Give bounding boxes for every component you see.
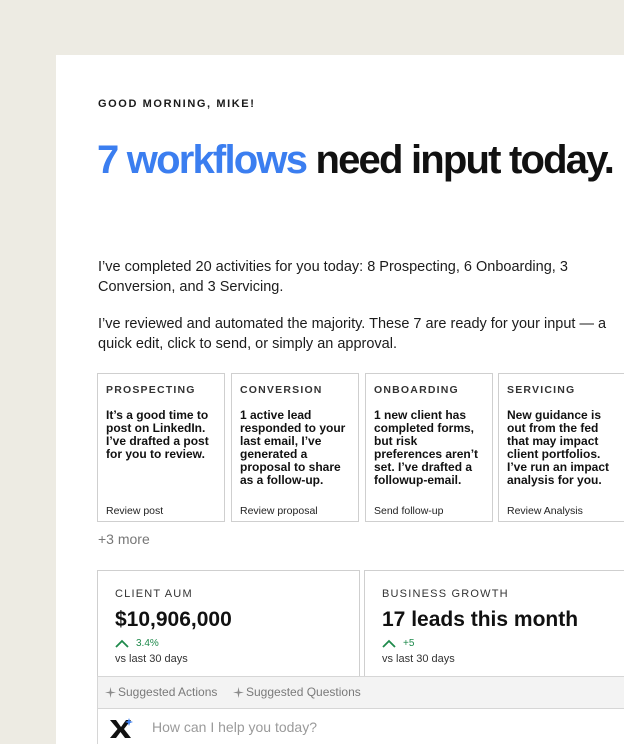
card-category: PROSPECTING [106,384,196,396]
activity-summary: I’ve completed 20 activities for you tod… [98,259,568,295]
main-panel: GOOD MORNING, MIKE! 7 workflows need inp… [56,55,624,744]
metric-value: 17 leads this month [382,608,579,631]
arrow-up-icon [382,639,396,648]
metric-period: vs last 30 days [382,653,455,665]
business-growth-card: BUSINESS GROWTH 17 leads this month +5 v… [364,570,624,682]
workflow-card-conversion[interactable]: CONVERSION 1 active lead responded to yo… [231,373,359,522]
metric-change-value: 3.4% [136,638,159,649]
review-proposal-link[interactable]: Review proposal [240,505,318,517]
metric-change-value: +5 [403,638,415,649]
card-category: ONBOARDING [374,384,459,396]
headline-rest: need input today. [306,138,614,182]
client-aum-card: CLIENT AUM $10,906,000 3.4% vs last 30 d… [97,570,360,682]
workflow-card-prospecting[interactable]: PROSPECTING It’s a good time to post on … [97,373,225,522]
chat-input[interactable] [152,715,552,739]
workflow-card-onboarding[interactable]: ONBOARDING 1 new client has completed fo… [365,373,493,522]
card-description: New guidance is out from the fed that ma… [507,408,610,487]
chat-input-bar [97,709,624,744]
metric-period: vs last 30 days [115,653,188,665]
suggestions-bar: Suggested Actions Suggested Questions [97,676,624,709]
metric-label: CLIENT AUM [115,588,193,600]
send-follow-up-link[interactable]: Send follow-up [374,505,443,517]
review-note: I’ve reviewed and automated the majority… [98,316,607,352]
sparkle-icon [105,686,116,698]
greeting: GOOD MORNING, MIKE! [98,98,256,110]
card-description: It’s a good time to post on LinkedIn. I’… [106,408,209,461]
page-title: 7 workflows need input today. [97,135,617,186]
card-category: SERVICING [507,384,576,396]
card-category: CONVERSION [240,384,323,396]
review-analysis-link[interactable]: Review Analysis [507,505,583,517]
metric-value: $10,906,000 [115,608,232,631]
workflow-count-highlight: 7 workflows [97,138,308,182]
card-description: 1 active lead responded to your last ema… [240,408,346,487]
workflow-card-servicing[interactable]: SERVICING New guidance is out from the f… [498,373,624,522]
show-more-link[interactable]: +3 more [98,531,150,547]
suggested-questions-chip[interactable]: Suggested Questions [233,685,361,699]
sparkle-icon [233,686,244,698]
suggested-actions-label: Suggested Actions [118,685,218,699]
suggested-actions-chip[interactable]: Suggested Actions [105,685,217,699]
card-description: 1 new client has completed forms, but ri… [374,408,479,487]
metric-label: BUSINESS GROWTH [382,588,509,600]
assistant-logo-icon [110,718,133,738]
review-post-link[interactable]: Review post [106,505,163,517]
arrow-up-icon [115,639,129,648]
suggested-questions-label: Suggested Questions [246,685,361,699]
